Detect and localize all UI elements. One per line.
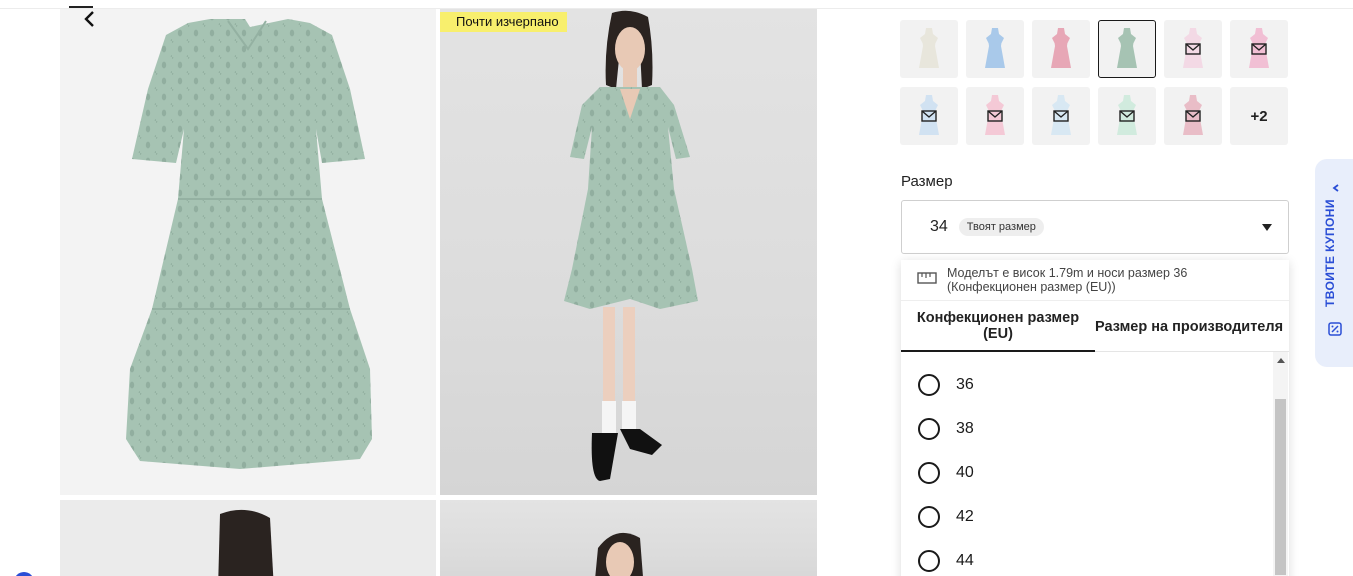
product-image-model[interactable] (440, 9, 817, 495)
mail-icon (1251, 43, 1267, 55)
size-option-label: 40 (956, 464, 974, 481)
chevron-left-icon (84, 11, 94, 27)
scrollbar-thumb[interactable] (1275, 399, 1286, 575)
mail-icon (987, 110, 1003, 122)
radio-button[interactable] (918, 506, 940, 528)
radio-button[interactable] (918, 374, 940, 396)
your-size-badge: Твоят размер (958, 218, 1044, 236)
size-dropdown: Моделът е висок 1.79m и носи размер 36 (… (901, 260, 1289, 576)
color-swatch-mint[interactable] (1098, 20, 1156, 78)
color-swatch-sky-blue[interactable] (900, 87, 958, 145)
product-image-back[interactable] (60, 500, 436, 576)
coupons-label: ТВОИТЕ КУПОНИ (1323, 199, 1337, 307)
model-info-text: Моделът е висок 1.79m и носи размер 36 (… (947, 266, 1188, 294)
color-swatch-pink-2[interactable] (1230, 20, 1288, 78)
size-option-row[interactable]: 38 (901, 407, 1271, 451)
mail-icon (1185, 43, 1201, 55)
color-swatch-more[interactable]: +2 (1230, 87, 1288, 145)
radio-button[interactable] (918, 418, 940, 440)
coupon-icon (1328, 322, 1342, 336)
mail-icon (1053, 110, 1069, 122)
coupons-tab[interactable]: ТВОИТЕ КУПОНИ (1315, 159, 1353, 367)
color-swatch-rose[interactable] (966, 87, 1024, 145)
size-options-list: 36 38 40 42 44 (901, 352, 1271, 576)
chat-bubble[interactable] (14, 572, 34, 576)
caret-down-icon (1262, 224, 1272, 231)
color-swatch-white[interactable] (900, 20, 958, 78)
dress-thumbnail (1051, 28, 1071, 68)
size-option-row[interactable]: 40 (901, 451, 1271, 495)
dress-thumbnail (1117, 28, 1137, 68)
size-option-row[interactable]: 36 (901, 363, 1271, 407)
color-swatch-mint-2[interactable] (1098, 87, 1156, 145)
size-label: Размер (901, 173, 953, 190)
size-select[interactable]: 34 Твоят размер (901, 200, 1289, 254)
color-swatch-light-pink[interactable] (1164, 20, 1222, 78)
ruler-icon (917, 272, 937, 284)
mail-icon (1185, 110, 1201, 122)
size-option-label: 42 (956, 508, 974, 525)
size-option-row[interactable]: 44 (901, 539, 1271, 576)
color-swatch-light-blue[interactable] (966, 20, 1024, 78)
model-info: Моделът е висок 1.79m и носи размер 36 (… (901, 260, 1289, 300)
mail-icon (1119, 110, 1135, 122)
product-image-front[interactable] (60, 9, 436, 495)
size-option-row[interactable]: 42 (901, 495, 1271, 539)
mail-icon (921, 110, 937, 122)
size-list-scrollbar[interactable] (1273, 352, 1288, 576)
low-stock-badge: Почти изчерпано (440, 12, 567, 32)
dress-thumbnail (919, 28, 939, 68)
size-system-tabs: Конфекционен размер (EU) Размер на произ… (901, 300, 1289, 352)
size-option-label: 38 (956, 420, 974, 437)
radio-button[interactable] (918, 550, 940, 572)
color-swatch-grid: +2 (900, 20, 1288, 145)
scroll-up-arrow-icon[interactable] (1277, 358, 1285, 363)
radio-button[interactable] (918, 462, 940, 484)
product-page: Почти изчерпано +2 Размер 34 Твоят разме… (0, 0, 1353, 576)
size-option-label: 36 (956, 376, 974, 393)
selected-size-value: 34 (930, 218, 948, 235)
back-button[interactable] (78, 8, 100, 30)
product-image-detail[interactable] (440, 500, 817, 576)
size-option-label: 44 (956, 552, 974, 569)
more-colors-label: +2 (1250, 107, 1268, 125)
color-swatch-pale-blue[interactable] (1032, 87, 1090, 145)
tab-eu-size[interactable]: Конфекционен размер (EU) (901, 301, 1095, 352)
dress-thumbnail (985, 28, 1005, 68)
color-swatch-dusty-pink[interactable] (1164, 87, 1222, 145)
tab-manufacturer-size[interactable]: Размер на производителя (1095, 301, 1289, 352)
color-swatch-pink[interactable] (1032, 20, 1090, 78)
